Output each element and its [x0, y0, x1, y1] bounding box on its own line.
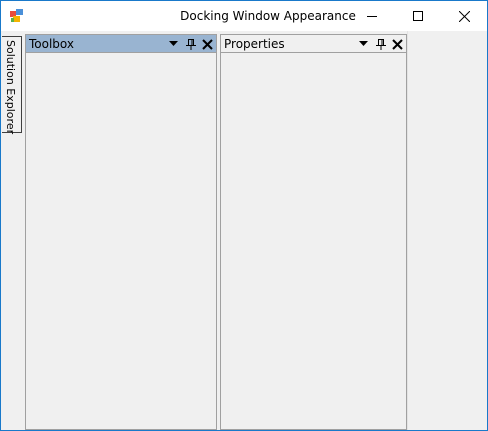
properties-panel-body [221, 53, 406, 429]
toolbox-pin-button[interactable] [184, 38, 197, 51]
minimize-button[interactable] [349, 1, 395, 31]
toolbox-close-button[interactable] [201, 38, 214, 51]
toolbox-panel: Toolbox [25, 34, 217, 430]
toolbox-panel-body [26, 53, 216, 429]
dropdown-arrow-icon [359, 41, 368, 46]
autohide-tab-solution-explorer[interactable]: Solution Explorer [2, 36, 22, 135]
properties-panel-title: Properties [224, 37, 285, 51]
properties-options-button[interactable] [357, 38, 370, 51]
close-icon [202, 38, 213, 50]
properties-panel-buttons [357, 37, 404, 51]
minimize-icon [367, 16, 377, 17]
client-area: Solution Explorer Toolbox Properties [1, 31, 487, 430]
autohide-tab-label: Solution Explorer [4, 40, 17, 135]
maximize-icon [413, 11, 423, 21]
close-icon [392, 38, 403, 50]
close-button[interactable] [441, 1, 487, 31]
toolbox-options-button[interactable] [167, 38, 180, 51]
properties-close-button[interactable] [391, 38, 404, 51]
autohide-strip-left: Solution Explorer [1, 31, 23, 430]
maximize-button[interactable] [395, 1, 441, 31]
title-bar[interactable]: Docking Window Appearance [1, 1, 487, 31]
pin-icon [185, 38, 196, 50]
main-window: Docking Window Appearance Solution Explo… [0, 0, 488, 431]
properties-panel-header[interactable]: Properties [221, 35, 406, 53]
toolbox-panel-buttons [167, 37, 214, 51]
toolbox-panel-title: Toolbox [29, 37, 74, 51]
pin-icon [375, 38, 386, 50]
properties-panel: Properties [220, 34, 407, 430]
properties-pin-button[interactable] [374, 38, 387, 51]
close-icon [458, 10, 470, 22]
toolbox-panel-header[interactable]: Toolbox [26, 35, 216, 53]
document-area [410, 31, 487, 430]
dropdown-arrow-icon [169, 41, 178, 46]
